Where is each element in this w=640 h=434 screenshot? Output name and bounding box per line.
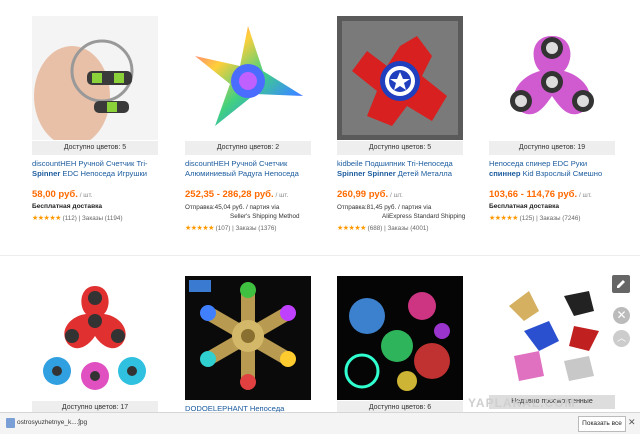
price-unit: / шт.: [388, 192, 403, 199]
rating-orders[interactable]: (107) | Заказы (1376): [216, 225, 277, 232]
price: 252,35 - 286,28 руб. / шт.: [185, 189, 288, 200]
shipping-method: AliExpress Standard Shipping: [382, 213, 466, 220]
rating-orders[interactable]: (688) | Заказы (4001): [368, 225, 429, 232]
title-bold[interactable]: спиннер: [489, 169, 521, 178]
product-title[interactable]: DODOELEPHANT Непоседа: [185, 404, 321, 412]
price-unit: / шт.: [273, 192, 289, 199]
product-image-marble-spinner[interactable]: [489, 16, 615, 140]
rating-orders[interactable]: (112) | Заказы (1194): [63, 215, 123, 222]
price: 58,00 руб. / шт.: [32, 189, 93, 200]
free-shipping: Бесплатная доставка: [32, 203, 103, 210]
download-bar: ostrosyuzhetnye_k....jpg ^ Показать все …: [0, 412, 640, 434]
shipping-cost: Отправка:45,04 руб. / партия via: [185, 204, 280, 211]
title-text[interactable]: Непоседа спинер EDC Руки: [489, 159, 587, 168]
colors-available: Доступно цветов: 19: [489, 141, 615, 155]
shipping-cost: Отправка:81,45 руб. / партия via: [337, 204, 432, 211]
price-value: 103,66 - 114,76 руб.: [489, 189, 578, 200]
product-grid-page: Доступно цветов: 5 discountНЕН Ручной Сч…: [0, 0, 640, 412]
product-image-metal-spinners[interactable]: [489, 276, 615, 400]
product-title[interactable]: discountНЕН Ручной Счетчик Алюминиевый Ра…: [185, 159, 321, 179]
title-bold[interactable]: Spinner Spinner: [337, 169, 396, 178]
chevron-up-icon[interactable]: ︿: [613, 330, 630, 347]
file-name[interactable]: ostrosyuzhetnye_k....jpg: [17, 419, 87, 426]
title-text[interactable]: discountНЕН Ручной Счетчик: [185, 159, 287, 168]
title-rest[interactable]: EDC Непоседа Игрушки: [60, 169, 147, 178]
price-unit: / шт.: [77, 192, 93, 199]
close-icon[interactable]: ✕: [628, 417, 636, 428]
colors-available: Доступно цветов: 17: [32, 401, 158, 412]
image-file-icon: [6, 418, 15, 428]
rating-stars-icon: ★★★★★: [337, 225, 366, 232]
product-image-led-spinners[interactable]: [337, 276, 463, 400]
title-rest[interactable]: Kid Взрослый Смешно: [521, 169, 603, 178]
title-bold[interactable]: Spinner: [32, 169, 60, 178]
price: 103,66 - 114,76 руб. / шт.: [489, 189, 592, 200]
rating-stars-icon: ★★★★★: [185, 225, 214, 232]
price-value: 252,35 - 286,28 руб.: [185, 189, 274, 200]
rating-row: ★★★★★ (125) | Заказы (7246): [489, 214, 580, 222]
shipping-info: Отправка:81,45 руб. / партия via AliExpr…: [337, 203, 477, 221]
watermark-logo: YAPLAKAL.COM: [468, 396, 576, 410]
chevron-up-icon[interactable]: ^: [78, 419, 81, 425]
show-all-button[interactable]: Показать все: [578, 416, 626, 432]
title-rest[interactable]: Детей Металла: [396, 169, 452, 178]
colors-available: Доступно цветов: 6: [337, 401, 463, 412]
shipping-info: Отправка:45,04 руб. / партия via Seller'…: [185, 203, 325, 221]
close-icon[interactable]: ✕: [613, 307, 630, 324]
title-text[interactable]: discountНЕН Ручной Счетчик Tri-: [32, 159, 148, 168]
price-unit: / шт.: [577, 192, 592, 199]
price: 260,99 руб. / шт.: [337, 189, 403, 200]
price-value: 58,00 руб.: [32, 189, 78, 200]
colors-available: Доступно цветов: 5: [32, 141, 158, 155]
product-title[interactable]: kidbeile Подшипник Tri-Непоседа Spinner S…: [337, 159, 473, 179]
product-image-finger-ring-spinner[interactable]: [32, 16, 158, 140]
product-image-gold-six-arm-spinner[interactable]: [185, 276, 311, 400]
product-title[interactable]: discountНЕН Ручной Счетчик Tri-Spinner E…: [32, 159, 168, 179]
title-text[interactable]: kidbeile Подшипник Tri-Непоседа: [337, 159, 453, 168]
product-title[interactable]: Непоседа спинер EDC Руки спиннер Kid Взро…: [489, 159, 625, 179]
product-image-multi-spinners[interactable]: [32, 276, 158, 400]
rating-row: ★★★★★ (107) | Заказы (1376): [185, 224, 276, 232]
product-image-rainbow-spinner[interactable]: [185, 16, 311, 140]
title-rest[interactable]: Алюминиевый Радуга Непоседа: [185, 169, 299, 178]
shipping-method: Seller's Shipping Method: [230, 213, 300, 220]
free-shipping: Бесплатная доставка: [489, 203, 560, 210]
rating-stars-icon: ★★★★★: [32, 215, 61, 222]
rating-orders[interactable]: (125) | Заказы (7246): [520, 215, 581, 222]
colors-available: Доступно цветов: 2: [185, 141, 311, 155]
price-value: 260,99 руб.: [337, 189, 389, 200]
colors-available: Доступно цветов: 5: [337, 141, 463, 155]
rating-row: ★★★★★ (112) | Заказы (1194): [32, 214, 123, 222]
rating-row: ★★★★★ (688) | Заказы (4001): [337, 224, 428, 232]
pencil-icon[interactable]: [612, 275, 630, 293]
rating-stars-icon: ★★★★★: [489, 215, 518, 222]
row-divider: [0, 255, 640, 256]
product-image-captain-spinner[interactable]: [337, 16, 463, 140]
